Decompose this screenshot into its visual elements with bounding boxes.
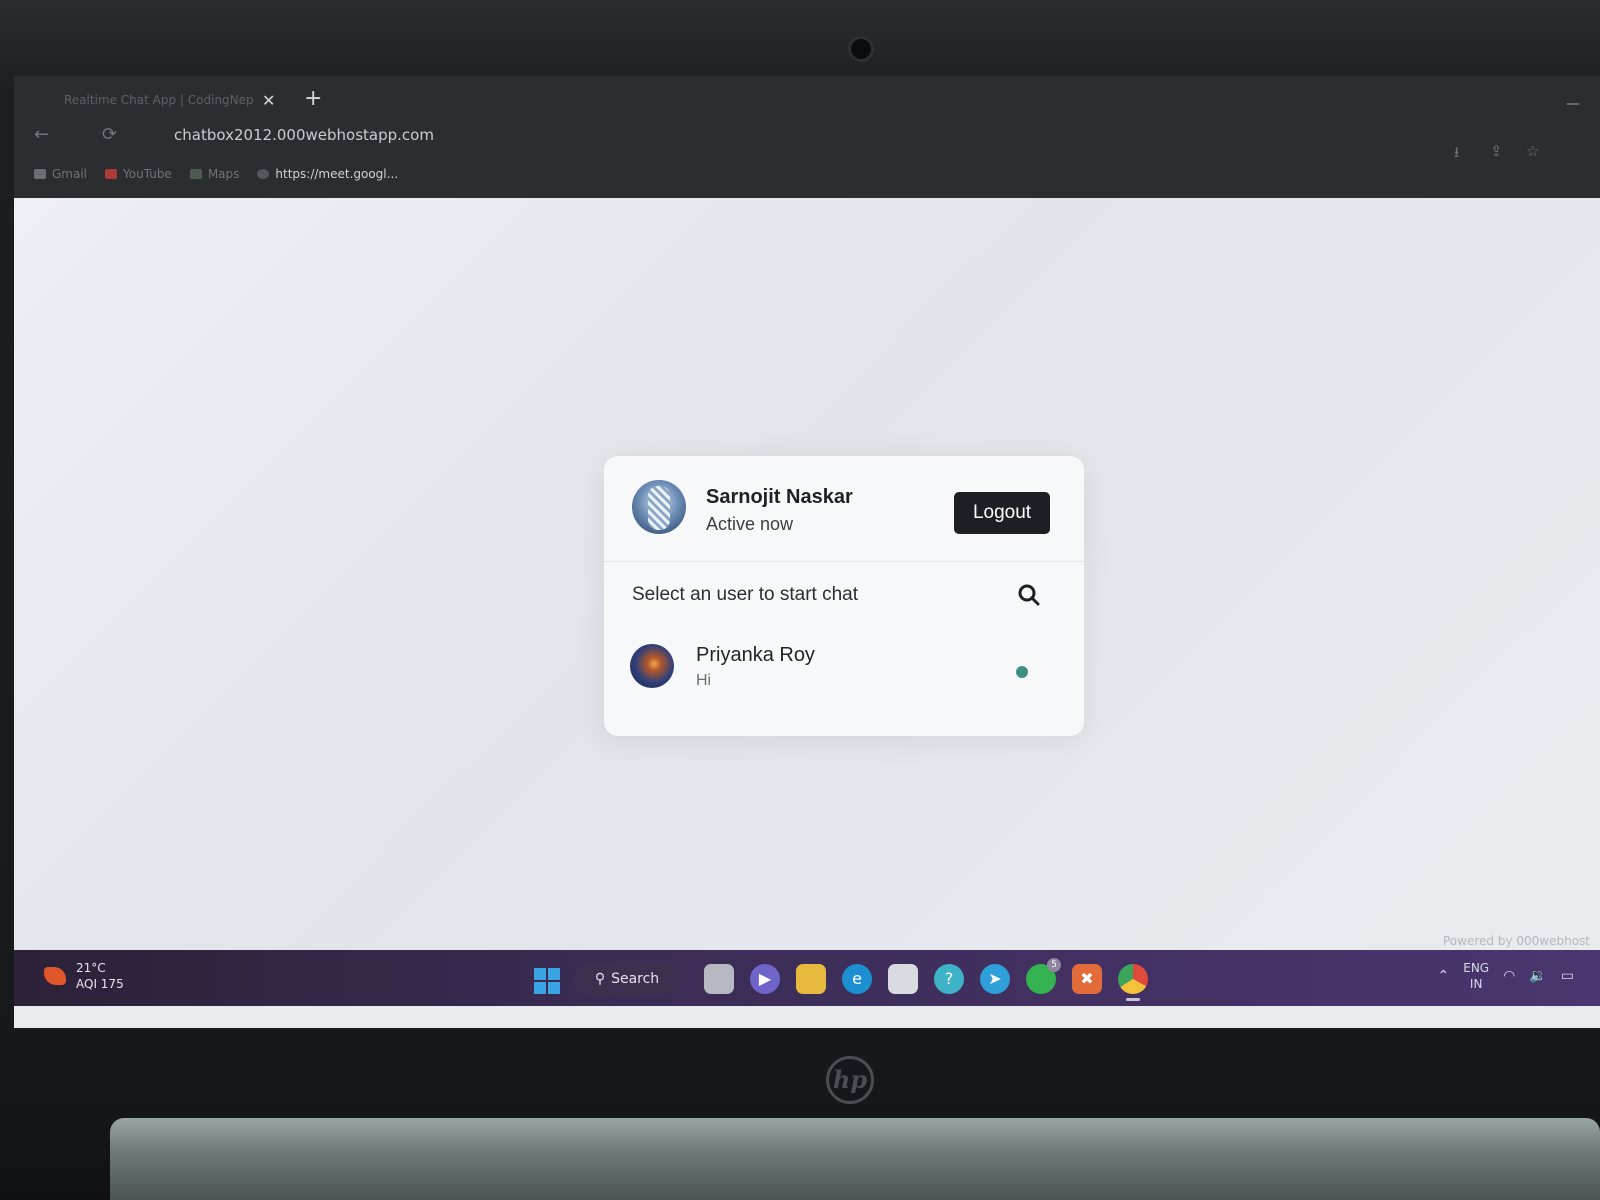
- hp-logo: hp: [826, 1056, 874, 1104]
- active-app-indicator: [1126, 998, 1140, 1001]
- search-bar: Select an user to start chat: [632, 580, 1042, 612]
- bookmark-label: Maps: [207, 167, 240, 181]
- browser-chrome: Realtime Chat App | CodingNepal ✕ + — ← …: [14, 76, 1600, 198]
- address-bar[interactable]: chatbox2012.000webhostapp.com: [174, 126, 434, 144]
- taskbar-search-label: Search: [611, 971, 660, 987]
- reload-icon[interactable]: ⟳: [102, 124, 117, 145]
- taskbar: 21°C AQI 175 ⚲ Search ▶ e ? ➤ 5 ✖ ⌃ ENG …: [14, 950, 1600, 1006]
- notification-badge: 5: [1047, 958, 1061, 972]
- avatar: [630, 644, 674, 688]
- language-indicator[interactable]: ENG IN: [1463, 960, 1489, 992]
- current-user-name: Sarnojit Naskar: [706, 486, 853, 508]
- chevron-up-icon[interactable]: ⌃: [1438, 968, 1450, 984]
- windows-start-icon[interactable]: [534, 968, 560, 994]
- search-icon: ⚲: [594, 971, 606, 987]
- tab-title: Realtime Chat App | CodingNepal: [64, 93, 254, 107]
- globe-icon: [257, 169, 270, 179]
- youtube-icon: [105, 169, 118, 179]
- weather-temp: 21°C: [76, 961, 106, 975]
- weather-text: 21°C AQI 175: [76, 960, 124, 992]
- bookmark-label: Gmail: [52, 167, 88, 181]
- laptop-hinge: [110, 1118, 1600, 1200]
- search-icon[interactable]: [1016, 582, 1042, 608]
- bookmark-meet[interactable]: https://meet.googl...: [257, 167, 398, 181]
- bookmark-gmail[interactable]: Gmail: [34, 167, 87, 181]
- powered-by-label[interactable]: Powered by 000webhost: [1443, 934, 1590, 948]
- online-status-dot: [1016, 666, 1028, 678]
- lang-region: IN: [1469, 977, 1483, 991]
- help-icon[interactable]: ?: [934, 964, 964, 994]
- last-message: Hi: [696, 672, 712, 689]
- maps-icon: [189, 169, 202, 179]
- weather-widget[interactable]: 21°C AQI 175: [44, 960, 124, 992]
- leaf-icon: [44, 967, 66, 985]
- card-header: Sarnojit Naskar Active now Logout: [604, 456, 1084, 562]
- xampp-icon[interactable]: ✖: [1072, 964, 1102, 994]
- file-explorer-icon[interactable]: [796, 964, 826, 994]
- edge-browser-icon[interactable]: e: [842, 964, 872, 994]
- laptop-bezel: Realtime Chat App | CodingNepal ✕ + — ← …: [0, 0, 1600, 1200]
- chrome-icon[interactable]: [1118, 964, 1148, 1001]
- bookmark-youtube[interactable]: YouTube: [105, 167, 172, 181]
- webcam: [848, 36, 874, 62]
- task-view-icon[interactable]: [704, 964, 734, 994]
- share-icon[interactable]: ⇪: [1490, 142, 1503, 160]
- wifi-icon[interactable]: ◠: [1503, 968, 1515, 984]
- logout-button[interactable]: Logout: [954, 492, 1050, 534]
- browser-tab[interactable]: Realtime Chat App | CodingNepal ✕: [50, 82, 290, 118]
- bookmark-label: https://meet.googl...: [275, 167, 399, 181]
- chat-users-card: Sarnojit Naskar Active now Logout Select…: [604, 456, 1084, 736]
- avatar: [632, 480, 686, 534]
- battery-icon[interactable]: ▭: [1561, 968, 1574, 984]
- taskbar-search-button[interactable]: ⚲ Search: [574, 962, 680, 996]
- chat-icon[interactable]: ▶: [750, 964, 780, 994]
- volume-icon[interactable]: 🔉: [1529, 968, 1546, 984]
- microsoft-store-icon[interactable]: [888, 964, 918, 994]
- new-tab-button[interactable]: +: [304, 86, 322, 111]
- system-tray: ⌃ ENG IN ◠ 🔉 ▭: [1438, 960, 1574, 992]
- whatsapp-icon[interactable]: 5: [1026, 958, 1061, 994]
- bookmark-label: YouTube: [123, 167, 172, 181]
- download-icon[interactable]: ⭳: [1454, 142, 1459, 167]
- gmail-icon: [34, 169, 46, 179]
- close-tab-icon[interactable]: ✕: [262, 91, 275, 110]
- web-page: Sarnojit Naskar Active now Logout Select…: [14, 198, 1600, 950]
- bookmarks-bar: Gmail YouTube Maps https://meet.googl...: [34, 162, 398, 186]
- current-user-status: Active now: [706, 514, 794, 534]
- user-list-item[interactable]: Priyanka Roy Hi: [630, 638, 1050, 698]
- back-arrow-icon[interactable]: ←: [34, 124, 49, 145]
- search-prompt: Select an user to start chat: [632, 584, 859, 605]
- telegram-icon[interactable]: ➤: [980, 964, 1010, 994]
- lang-code: ENG: [1463, 961, 1490, 975]
- minimize-window-icon[interactable]: —: [1566, 96, 1580, 112]
- weather-aqi: AQI 175: [76, 977, 124, 991]
- bookmark-maps[interactable]: Maps: [189, 167, 240, 181]
- bookmark-star-icon[interactable]: ☆: [1526, 142, 1539, 160]
- screen: Realtime Chat App | CodingNepal ✕ + — ← …: [14, 76, 1600, 1028]
- user-name: Priyanka Roy: [696, 644, 815, 666]
